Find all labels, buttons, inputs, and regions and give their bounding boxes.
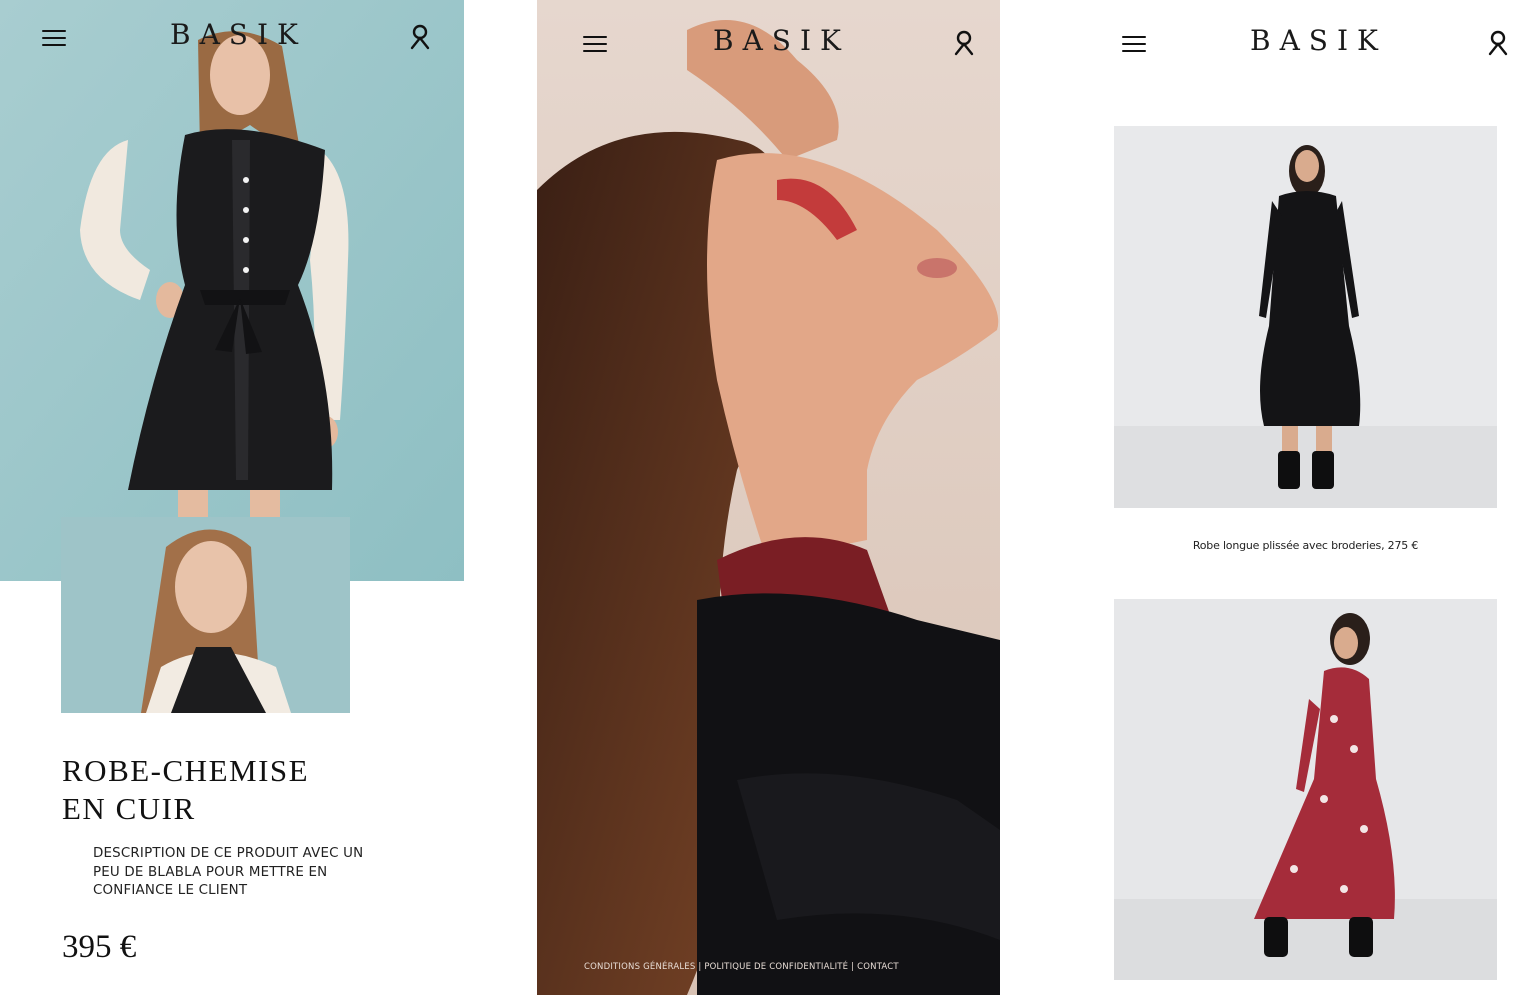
product-title: ROBE-CHEMISE EN CUIR — [62, 753, 310, 826]
menu-icon — [42, 30, 66, 33]
menu-icon — [1122, 36, 1146, 39]
screen-product-list: BASIK Robe longue plissée avec broderies… — [1000, 0, 1536, 995]
brand-logo[interactable]: BASIK — [1250, 24, 1387, 57]
brand-logo[interactable]: BASIK — [170, 18, 307, 51]
editorial-photo — [537, 0, 1000, 995]
product-card-image[interactable] — [1114, 126, 1497, 508]
menu-button[interactable] — [583, 34, 607, 54]
product-caption[interactable]: Robe longue plissée avec broderies, 275 … — [1114, 539, 1497, 552]
screen-editorial: BASIK CONDITIONS GÉNÉRALES | POLITIQUE D… — [537, 0, 1000, 995]
user-icon[interactable] — [1487, 30, 1509, 56]
product-thumbnail[interactable] — [61, 517, 350, 713]
screen-product-detail: BASIK ROBE-CHEMISE EN CUIR DESCRIPTION D… — [0, 0, 464, 995]
hero-product-photo — [0, 0, 464, 581]
brand-logo[interactable]: BASIK — [713, 24, 850, 57]
menu-icon — [583, 36, 607, 39]
product-price: 395 € — [62, 929, 137, 965]
user-icon[interactable] — [953, 30, 975, 56]
product-description: DESCRIPTION DE CE PRODUIT AVEC UN PEU DE… — [93, 846, 364, 898]
product-card-image[interactable] — [1114, 599, 1497, 980]
menu-button[interactable] — [42, 28, 66, 48]
menu-button[interactable] — [1122, 34, 1146, 54]
footer-links[interactable]: CONDITIONS GÉNÉRALES | POLITIQUE DE CONF… — [584, 962, 899, 972]
user-icon[interactable] — [409, 24, 431, 50]
